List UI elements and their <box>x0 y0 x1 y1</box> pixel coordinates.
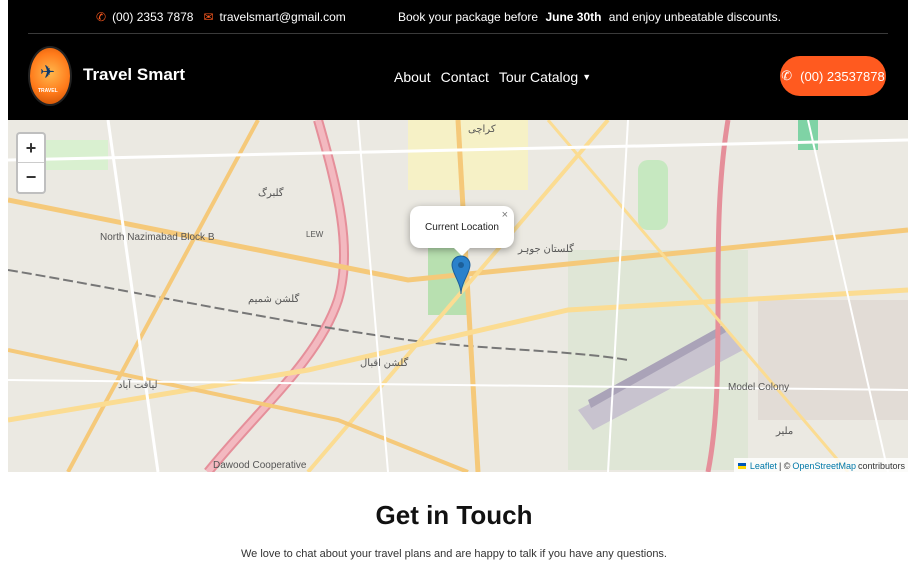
osm-link[interactable]: OpenStreetMap <box>792 461 856 471</box>
nav-tour-catalog[interactable]: Tour Catalog ▼ <box>499 69 591 85</box>
main-navbar: ✈ TRAVEL Travel Smart About Contact Tour… <box>8 34 908 120</box>
ukraine-flag-icon <box>737 463 746 469</box>
map-attribution: Leaflet | © OpenStreetMap contributors <box>733 458 908 472</box>
topbar-phone[interactable]: (00) 2353 7878 <box>112 10 193 24</box>
promo-before: Book your package before <box>398 10 539 24</box>
location-map[interactable]: North Nazimabad Block B گلبرگ گلشن شمیم … <box>8 120 908 472</box>
map-label: کراچی <box>468 124 496 135</box>
map-label: ملیر <box>776 426 794 437</box>
map-label: Model Colony <box>728 382 790 393</box>
caret-down-icon: ▼ <box>582 72 592 82</box>
call-button-label: (00) 23537878 <box>800 68 885 84</box>
section-heading: Get in Touch <box>375 500 533 530</box>
nav-about[interactable]: About <box>394 69 431 85</box>
zoom-out-button[interactable]: − <box>18 163 44 192</box>
location-popup: Current Location × <box>410 206 514 256</box>
map-label: گلشن اقبال <box>360 358 409 369</box>
promo-date: June 30th <box>545 10 602 24</box>
attribution-separator: | © <box>778 461 791 471</box>
map-marker-icon[interactable] <box>451 255 471 295</box>
map-label: گلبرگ <box>258 188 284 199</box>
top-info-bar: ✆ (00) 2353 7878 ✉ travelsmart@gmail.com… <box>8 0 908 34</box>
map-label: گلستان جوہر <box>518 244 574 255</box>
envelope-icon: ✉ <box>203 10 214 24</box>
section-subtitle: We love to chat about your travel plans … <box>240 548 667 560</box>
promo-after: and enjoy unbeatable discounts. <box>608 10 781 24</box>
zoom-control: + − <box>16 132 46 194</box>
airplane-icon: ✈ <box>40 62 56 82</box>
zoom-in-button[interactable]: + <box>18 134 44 163</box>
logo-text: TRAVEL <box>38 88 58 94</box>
topbar-email[interactable]: travelsmart@gmail.com <box>220 10 346 24</box>
nav-contact[interactable]: Contact <box>441 69 489 85</box>
popup-text: Current Location <box>425 221 499 233</box>
phone-icon: ✆ <box>96 10 107 24</box>
map-label: گلشن شمیم <box>248 294 300 305</box>
map-tiles <box>8 120 908 472</box>
brand-name[interactable]: Travel Smart <box>83 65 185 85</box>
brand-logo[interactable]: ✈ TRAVEL <box>28 46 72 106</box>
call-button[interactable]: ✆ (00) 23537878 <box>780 56 886 96</box>
map-label: Dawood Cooperative <box>213 460 307 471</box>
promo-text: Book your package before June 30th and e… <box>398 10 781 24</box>
attribution-contributors: contributors <box>857 461 905 471</box>
leaflet-link[interactable]: Leaflet <box>750 461 777 471</box>
map-label: North Nazimabad Block B <box>100 232 215 243</box>
contact-info: ✆ (00) 2353 7878 ✉ travelsmart@gmail.com <box>96 10 346 24</box>
phone-icon: ✆ <box>781 68 793 83</box>
close-icon[interactable]: × <box>502 209 508 221</box>
page: ✆ (00) 2353 7878 ✉ travelsmart@gmail.com… <box>0 0 908 577</box>
nav-links: About Contact Tour Catalog ▼ <box>394 69 591 85</box>
map-label: LEW <box>306 230 324 239</box>
nav-tour-catalog-label: Tour Catalog <box>498 69 579 85</box>
map-label: لیاقت آباد <box>118 380 158 391</box>
